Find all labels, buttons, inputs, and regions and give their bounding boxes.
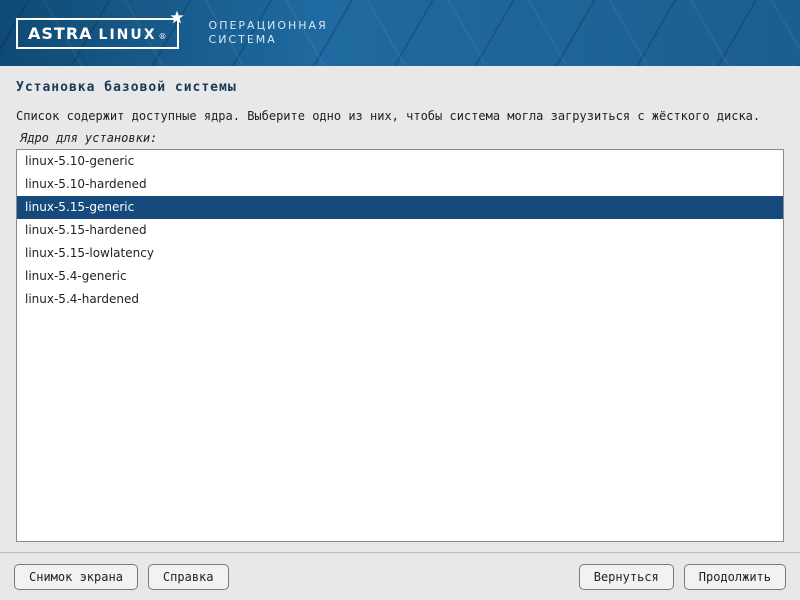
kernel-option[interactable]: linux-5.4-generic — [17, 265, 783, 288]
registered-mark: ® — [159, 32, 167, 41]
logo-text-sub: LINUX — [99, 27, 157, 43]
tagline-line2: СИСТЕМА — [209, 33, 328, 47]
kernel-option[interactable]: linux-5.15-lowlatency — [17, 242, 783, 265]
kernel-option[interactable]: linux-5.10-hardened — [17, 173, 783, 196]
header-tagline: ОПЕРАЦИОННАЯ СИСТЕМА — [209, 19, 328, 47]
star-icon — [169, 10, 185, 26]
screenshot-button[interactable]: Снимок экрана — [14, 564, 138, 590]
installer-header: ASTRA LINUX ® ОПЕРАЦИОННАЯ СИСТЕМА — [0, 0, 800, 66]
tagline-line1: ОПЕРАЦИОННАЯ — [209, 19, 328, 33]
back-button[interactable]: Вернуться — [579, 564, 674, 590]
continue-button[interactable]: Продолжить — [684, 564, 786, 590]
kernel-field-label: Ядро для установки: — [20, 131, 784, 145]
help-button[interactable]: Справка — [148, 564, 229, 590]
installer-footer: Снимок экрана Справка Вернуться Продолжи… — [0, 552, 800, 600]
astra-linux-logo: ASTRA LINUX ® — [16, 18, 179, 49]
kernel-listbox[interactable]: linux-5.10-genericlinux-5.10-hardenedlin… — [16, 149, 784, 542]
installer-main: Установка базовой системы Список содержи… — [0, 66, 800, 552]
logo-text-main: ASTRA — [28, 24, 93, 43]
section-title: Установка базовой системы — [16, 80, 784, 95]
kernel-option[interactable]: linux-5.15-hardened — [17, 219, 783, 242]
instruction-text: Список содержит доступные ядра. Выберите… — [16, 109, 784, 123]
kernel-option[interactable]: linux-5.4-hardened — [17, 288, 783, 311]
kernel-option[interactable]: linux-5.10-generic — [17, 150, 783, 173]
kernel-option[interactable]: linux-5.15-generic — [17, 196, 783, 219]
